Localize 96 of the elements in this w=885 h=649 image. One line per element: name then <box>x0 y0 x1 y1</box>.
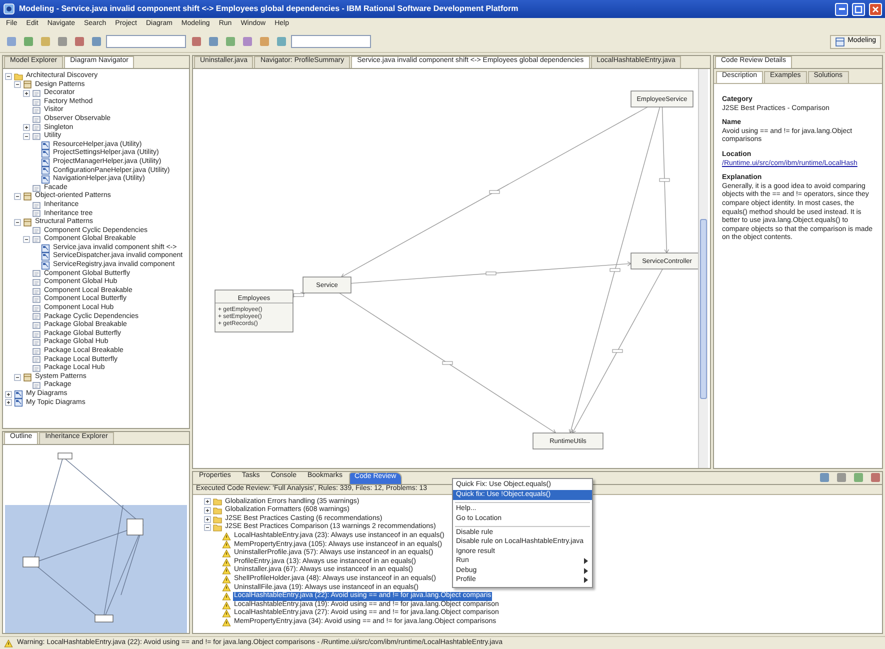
tool-icon <box>852 472 864 482</box>
pattern-icon <box>32 295 41 304</box>
class-node[interactable] <box>630 90 694 108</box>
collapse-icon[interactable] <box>14 81 21 88</box>
tool-icon <box>74 36 84 47</box>
collapse-icon[interactable] <box>5 72 12 80</box>
package-icon <box>23 218 32 227</box>
collapse-icon[interactable] <box>14 218 21 226</box>
pattern-icon <box>32 200 41 210</box>
collapse-icon[interactable] <box>204 524 211 532</box>
collapse-icon[interactable] <box>23 132 30 140</box>
pattern-icon <box>32 381 41 390</box>
tool-icon <box>6 36 16 47</box>
expand-icon[interactable] <box>204 516 211 523</box>
collapse-icon[interactable] <box>23 236 30 244</box>
tool-icon <box>56 36 68 47</box>
diagram-icon <box>14 390 23 399</box>
pattern-icon <box>32 304 41 313</box>
diagram-icon <box>41 174 50 184</box>
pattern-icon <box>32 209 41 218</box>
pattern-icon <box>32 226 41 236</box>
tool-button[interactable] <box>72 34 86 48</box>
pattern-icon <box>32 346 41 356</box>
tool-icon <box>258 36 270 47</box>
tool-button[interactable] <box>89 34 103 48</box>
expand-icon[interactable] <box>5 399 12 406</box>
package-icon <box>23 192 32 202</box>
package-icon <box>23 80 32 90</box>
collapse-icon[interactable] <box>14 193 21 200</box>
pattern-icon <box>32 114 41 124</box>
pattern-icon <box>32 338 41 348</box>
close-button[interactable] <box>869 2 882 16</box>
pattern-icon <box>32 98 41 107</box>
collapse-icon[interactable] <box>14 374 21 381</box>
expand-icon[interactable] <box>204 498 211 506</box>
tool-icon <box>242 36 252 47</box>
tool-icon <box>836 472 846 482</box>
pattern-icon <box>32 355 41 364</box>
maximize-icon <box>854 4 863 14</box>
tool-icon <box>818 472 830 482</box>
tool-icon <box>90 36 102 47</box>
warning-icon <box>4 638 13 648</box>
package-icon <box>23 372 32 382</box>
pattern-icon <box>32 364 41 373</box>
pattern-icon <box>32 88 41 98</box>
tool-icon <box>276 36 286 47</box>
diagram-icon <box>41 244 50 253</box>
diagram-icon <box>41 252 50 262</box>
pattern-icon <box>32 184 41 193</box>
tool-button[interactable] <box>206 34 220 48</box>
pattern-icon <box>32 330 41 339</box>
app-icon <box>3 3 15 15</box>
diagram-icon <box>14 398 23 408</box>
pattern-icon <box>32 132 41 141</box>
diagram-icon <box>41 158 50 167</box>
expand-icon[interactable] <box>5 390 12 398</box>
zoom-dropdown[interactable] <box>291 35 371 48</box>
class-node[interactable] <box>532 432 604 450</box>
tool-icon <box>40 36 50 47</box>
window-title: Modeling - Service.java invalid component shift <-> Employees global dependencies - IBM Rational Software Development Platform <box>19 4 520 14</box>
pattern-icon <box>32 278 41 288</box>
tool-icon <box>224 36 236 47</box>
perspective-icon <box>834 36 845 46</box>
tool-button[interactable] <box>817 470 831 484</box>
tool-icon <box>190 36 202 47</box>
connector <box>292 292 305 298</box>
close-icon <box>871 4 880 14</box>
font-dropdown[interactable] <box>106 35 186 48</box>
class-node[interactable] <box>302 276 352 294</box>
pattern-icon <box>32 235 41 244</box>
diagram-icon <box>41 260 50 270</box>
tool-button[interactable] <box>189 34 203 48</box>
diagram-icon <box>41 149 50 158</box>
maximize-button[interactable] <box>852 2 865 16</box>
pattern-icon <box>32 286 41 296</box>
pattern-icon <box>32 321 41 330</box>
minimize-icon <box>838 8 844 10</box>
pattern-icon <box>32 312 41 322</box>
class-node[interactable] <box>214 290 294 332</box>
minimize-button[interactable] <box>835 2 848 16</box>
diagram-icon <box>41 166 50 176</box>
class-node[interactable] <box>630 252 698 270</box>
folder-icon <box>14 72 23 81</box>
pattern-icon <box>32 106 41 116</box>
expand-icon[interactable] <box>23 124 30 132</box>
diagram-icon <box>41 140 50 150</box>
tool-icon <box>870 472 880 482</box>
expand-icon[interactable] <box>204 506 211 514</box>
pattern-icon <box>32 123 41 132</box>
scrollbar-thumb[interactable] <box>700 219 707 399</box>
tool-icon <box>22 36 34 47</box>
vertical-scrollbar[interactable] <box>698 69 708 468</box>
expand-icon[interactable] <box>23 90 30 97</box>
tool-button[interactable] <box>868 470 882 484</box>
tool-icon <box>208 36 218 47</box>
pattern-icon <box>32 269 41 278</box>
